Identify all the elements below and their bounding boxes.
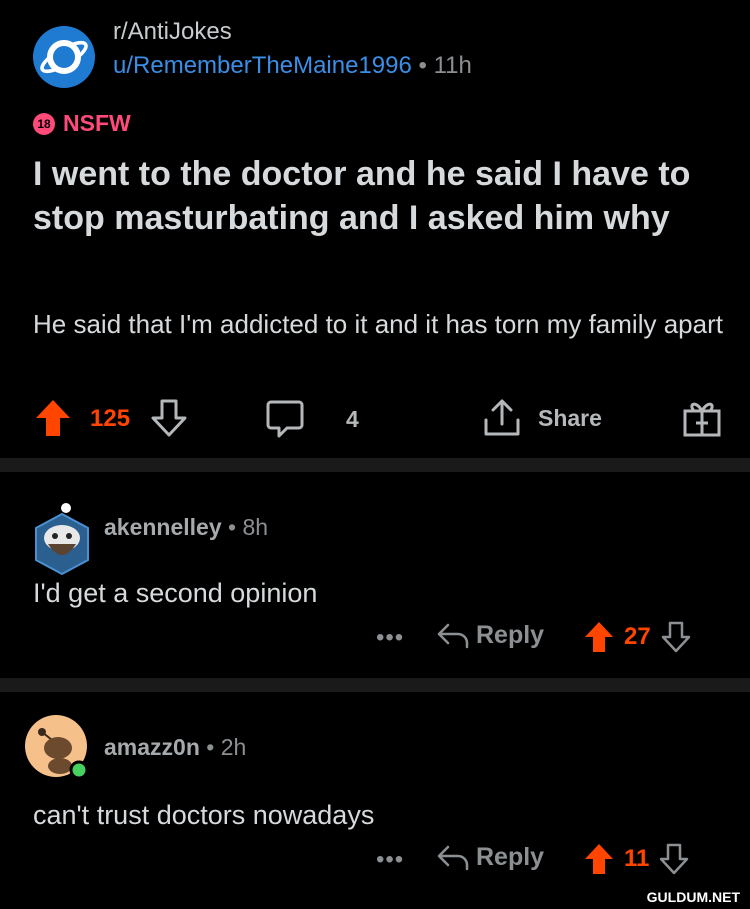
avatar[interactable] xyxy=(24,714,89,780)
reply-arrow-icon xyxy=(437,623,469,649)
post-action-bar: 125 4 Share xyxy=(0,390,750,446)
avatar[interactable] xyxy=(30,500,94,576)
subreddit-name[interactable]: r/AntiJokes xyxy=(113,18,232,46)
upvote-arrow-icon xyxy=(36,400,70,436)
reply-arrow-icon xyxy=(437,845,469,871)
reply-button[interactable]: Reply xyxy=(436,842,544,872)
comment-vote-group: 11 xyxy=(584,842,689,876)
comments-button[interactable] xyxy=(265,398,305,440)
comment-time: 8h xyxy=(242,514,269,540)
author-link[interactable]: u/RememberTheMaine1996 xyxy=(113,52,412,79)
more-options-button[interactable]: ••• xyxy=(376,846,404,874)
comment-vote-group: 27 xyxy=(584,620,691,654)
post-body: He said that I'm addicted to it and it h… xyxy=(33,309,723,339)
downvote-arrow-icon[interactable] xyxy=(659,842,689,876)
share-label[interactable]: Share xyxy=(538,405,602,432)
comment-action-bar: ••• Reply 11 xyxy=(0,842,750,882)
upvote-count: 125 xyxy=(90,405,131,432)
share-button[interactable] xyxy=(482,398,522,438)
comment-item: akennelley • 8h I'd get a second opinion… xyxy=(0,472,750,678)
downvote-button[interactable] xyxy=(150,398,188,438)
snoo-avatar-icon xyxy=(35,503,89,576)
snoo-avatar-icon xyxy=(25,715,89,780)
comment-count: 4 xyxy=(346,406,359,432)
nsfw-label: NSFW xyxy=(63,110,131,136)
planet-icon xyxy=(40,40,88,74)
comment-item: amazz0n • 2h can't trust doctors nowaday… xyxy=(0,692,750,909)
comment-vote-count: 11 xyxy=(624,845,650,872)
award-button[interactable] xyxy=(682,398,722,438)
upvote-button[interactable] xyxy=(34,398,72,438)
meta-separator: • xyxy=(228,514,237,540)
watermark-text: GULDUM.NET xyxy=(642,887,744,907)
gift-icon xyxy=(683,402,721,437)
comment-action-bar: ••• Reply 27 xyxy=(0,620,750,660)
section-divider xyxy=(0,458,750,472)
reply-label: Reply xyxy=(476,620,545,649)
comment-author-line: akennelley • 8h xyxy=(104,514,268,541)
upvote-arrow-icon[interactable] xyxy=(584,842,614,876)
share-icon xyxy=(484,399,520,436)
meta-separator: • xyxy=(418,52,427,79)
nsfw-18-icon: 18 xyxy=(33,112,55,135)
post-time: 11h xyxy=(433,52,472,79)
comment-time: 2h xyxy=(220,734,247,760)
comment-text: can't trust doctors nowadays xyxy=(33,800,375,830)
comment-author-line: amazz0n • 2h xyxy=(104,734,246,761)
comment-username[interactable]: amazz0n xyxy=(104,734,200,760)
comment-bubble-icon xyxy=(266,400,304,438)
post-card: r/AntiJokes u/RememberTheMaine1996 • 11h… xyxy=(0,0,750,458)
more-options-button[interactable]: ••• xyxy=(376,624,404,652)
post-title[interactable]: I went to the doctor and he said I have … xyxy=(33,152,723,240)
comment-text: I'd get a second opinion xyxy=(33,578,318,608)
meta-separator: • xyxy=(206,734,215,760)
reply-label: Reply xyxy=(476,842,545,871)
reply-button[interactable]: Reply xyxy=(436,620,544,650)
downvote-arrow-icon xyxy=(151,399,187,437)
nsfw-tag: 18 NSFW xyxy=(33,110,131,137)
comment-vote-count: 27 xyxy=(624,623,651,650)
author-line: u/RememberTheMaine1996 • 11h xyxy=(113,52,472,80)
section-divider xyxy=(0,678,750,692)
comment-username[interactable]: akennelley xyxy=(104,514,222,540)
upvote-arrow-icon[interactable] xyxy=(584,620,614,654)
subreddit-avatar[interactable] xyxy=(33,26,95,88)
downvote-arrow-icon[interactable] xyxy=(661,620,691,654)
